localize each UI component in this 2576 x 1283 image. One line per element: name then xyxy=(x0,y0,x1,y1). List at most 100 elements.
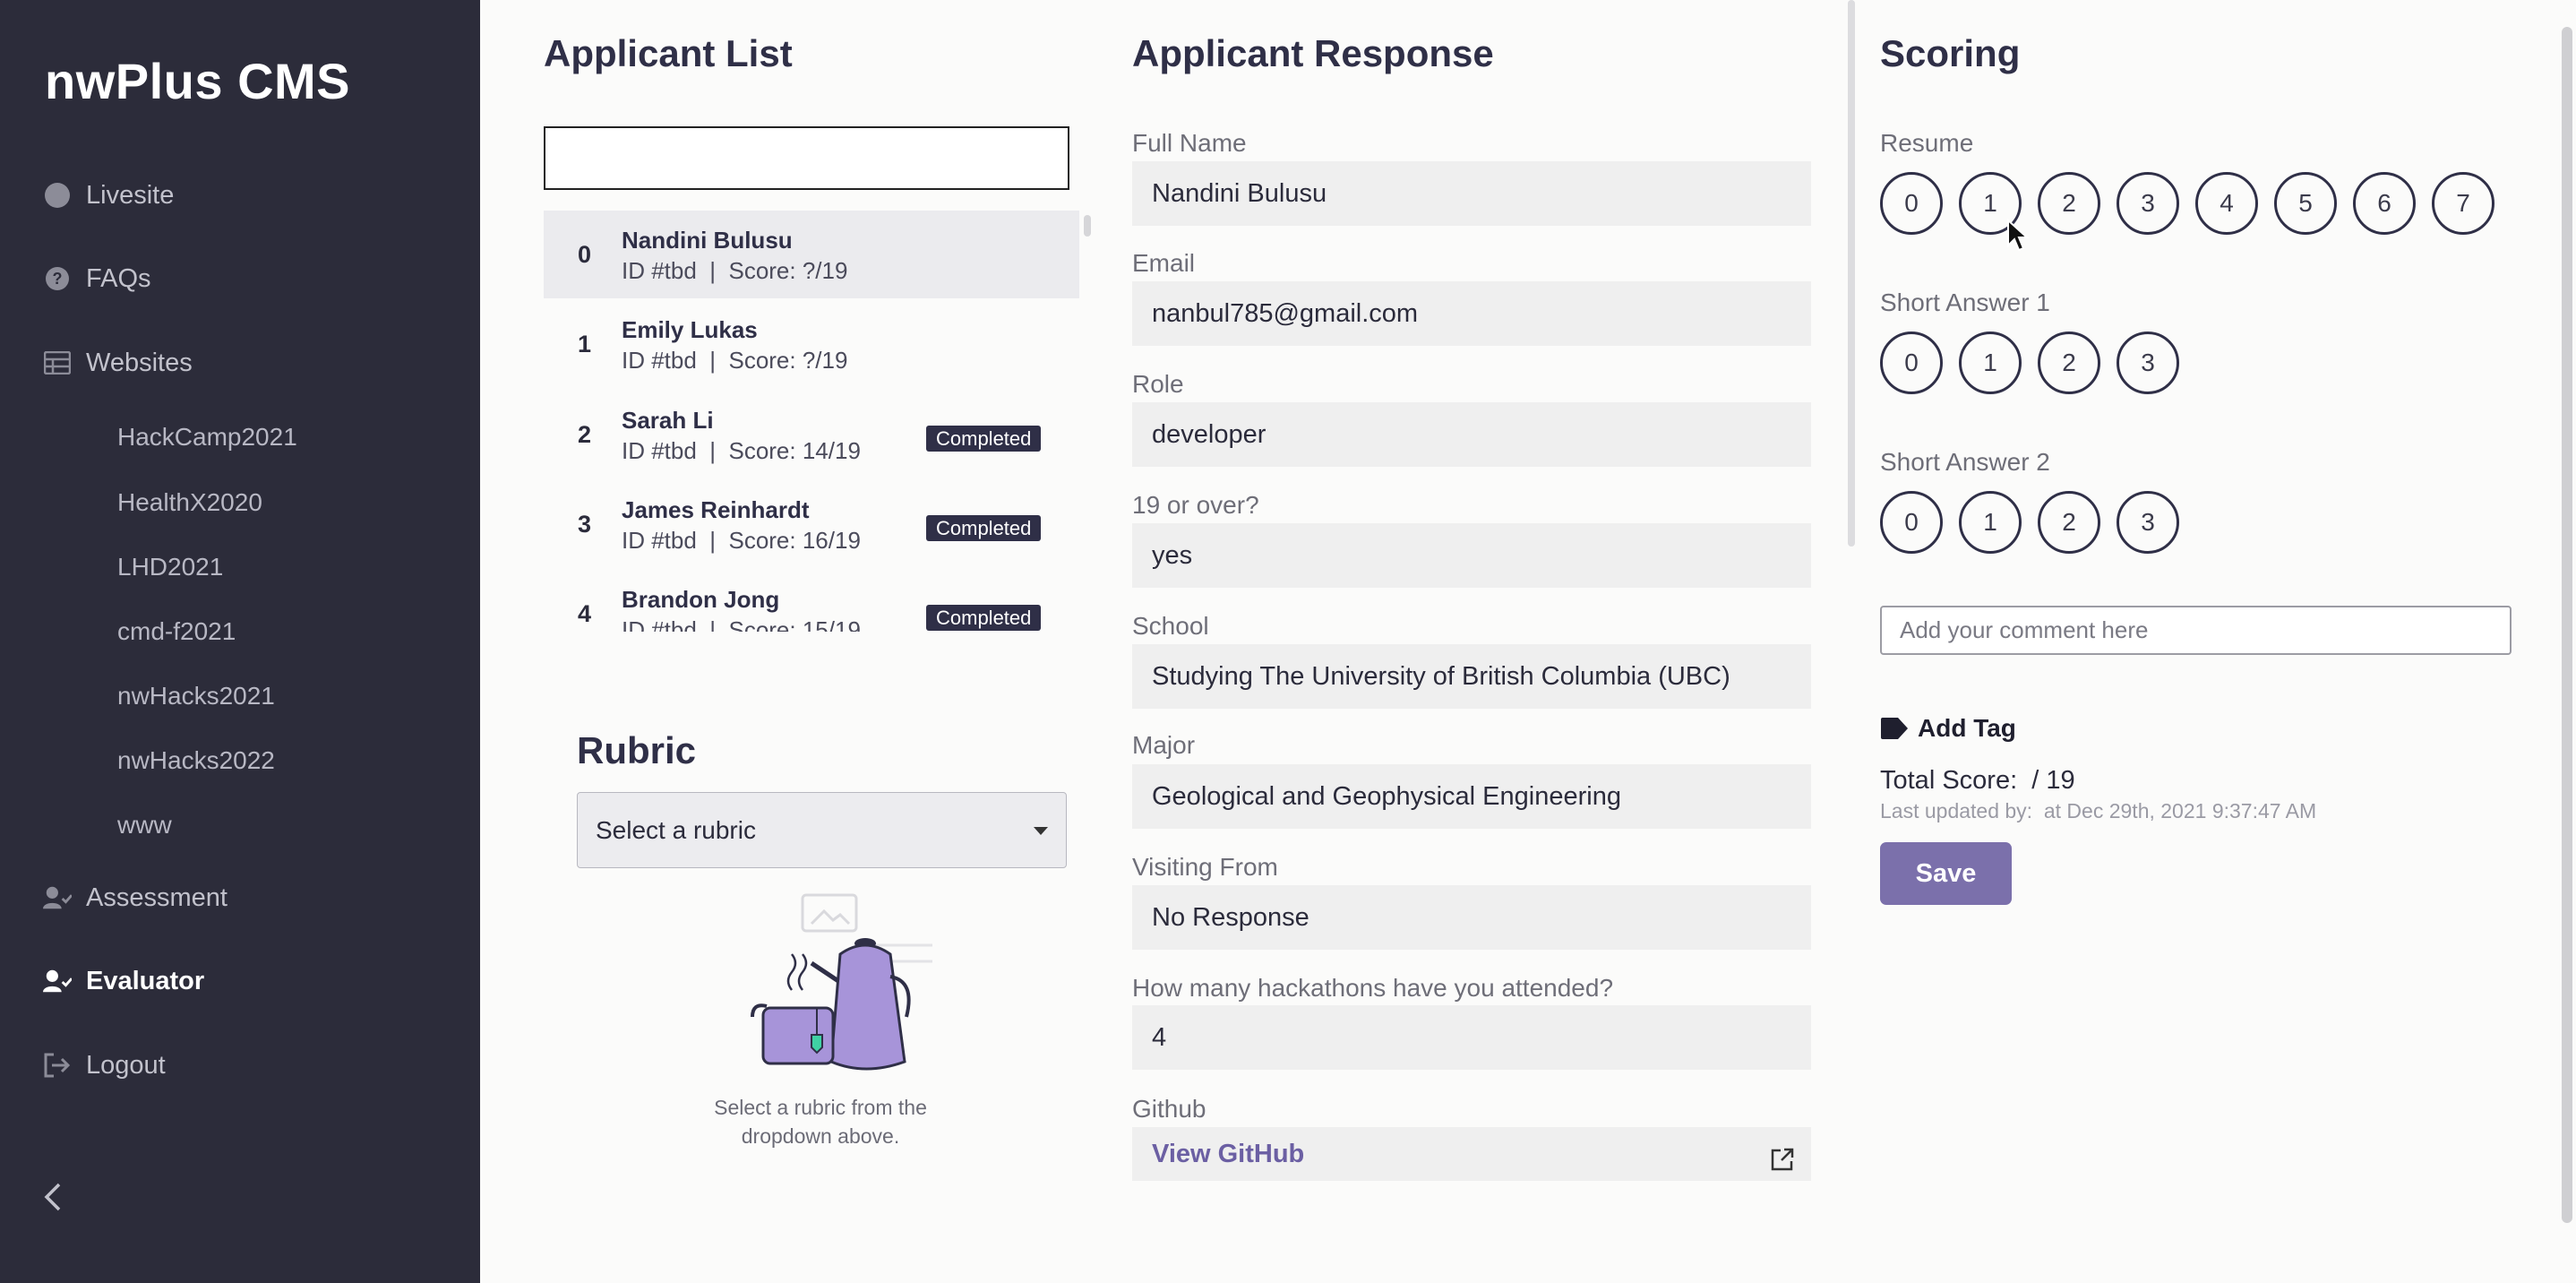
row-name: James Reinhardt xyxy=(622,496,810,523)
field-label-github: Github xyxy=(1132,1095,1206,1123)
applicant-row[interactable]: 2 Sarah Li ID #tbd | Score: 14/19 Comple… xyxy=(544,391,1079,478)
rubric-select[interactable]: Select a rubric xyxy=(577,792,1067,868)
resume-score-2[interactable]: 2 xyxy=(2038,172,2100,235)
short-answer-2-label: Short Answer 2 xyxy=(1880,448,2050,476)
resume-score-6[interactable]: 6 xyxy=(2353,172,2416,235)
nav-item-logout[interactable]: Logout xyxy=(43,1044,166,1087)
row-index: 3 xyxy=(578,511,592,538)
applicant-list-title: Applicant List xyxy=(544,32,793,74)
website-item-hackcamp2021[interactable]: HackCamp2021 xyxy=(117,423,297,452)
applicant-row[interactable]: 1 Emily Lukas ID #tbd | Score: ?/19 xyxy=(544,300,1079,388)
status-badge: Completed xyxy=(926,515,1042,541)
row-meta: ID #tbd | Score: 16/19 xyxy=(622,527,861,554)
last-updated: Last updated by: at Dec 29th, 2021 9:37:… xyxy=(1880,799,2317,822)
row-name: Brandon Jong xyxy=(622,586,780,613)
github-link[interactable]: View GitHub xyxy=(1132,1127,1811,1181)
user-check-icon xyxy=(43,883,72,912)
sa1-score-1[interactable]: 1 xyxy=(1959,332,2022,394)
sa2-score-0[interactable]: 0 xyxy=(1880,491,1943,554)
logout-icon xyxy=(43,1051,72,1080)
add-tag-button[interactable]: Add Tag xyxy=(1880,714,2016,743)
rubric-select-value: Select a rubric xyxy=(596,815,756,844)
sa1-score-2[interactable]: 2 xyxy=(2038,332,2100,394)
tag-icon xyxy=(1881,718,1908,739)
applicant-response-title: Applicant Response xyxy=(1132,32,1494,74)
applicant-row[interactable]: 4 Brandon Jong ID #tbd | Score: 15/19 Co… xyxy=(544,570,1079,632)
website-item-nwhacks2021[interactable]: nwHacks2021 xyxy=(117,682,275,710)
sa2-score-1[interactable]: 1 xyxy=(1959,491,2022,554)
question-icon: ? xyxy=(43,264,72,293)
sidebar: nwPlus CMS Livesite ? FAQs Websites Hack… xyxy=(0,0,480,1283)
nav-item-evaluator[interactable]: Evaluator xyxy=(43,960,204,1003)
total-score: Total Score: / 19 xyxy=(1880,766,2075,795)
circle-icon xyxy=(43,181,72,210)
external-link-icon xyxy=(1771,1148,1794,1171)
github-link-label: View GitHub xyxy=(1152,1139,1305,1168)
teapot-illustration-icon xyxy=(751,893,932,1071)
nav-item-livesite[interactable]: Livesite xyxy=(43,174,174,217)
applicant-list-scrollbar[interactable] xyxy=(1084,215,1091,237)
nav-item-faqs[interactable]: ? FAQs xyxy=(43,257,151,300)
nav-label-livesite: Livesite xyxy=(86,180,175,210)
field-label-role: Role xyxy=(1132,370,1184,398)
response-scrollbar[interactable] xyxy=(1848,0,1855,547)
row-name: Emily Lukas xyxy=(622,316,758,343)
short-answer-1-label: Short Answer 1 xyxy=(1880,288,2050,316)
row-name: Sarah Li xyxy=(622,407,714,434)
row-meta: ID #tbd | Score: 14/19 xyxy=(622,437,861,464)
website-item-cmd-f2021[interactable]: cmd-f2021 xyxy=(117,617,236,646)
resume-score-7[interactable]: 7 xyxy=(2432,172,2494,235)
table-icon xyxy=(43,349,72,377)
field-value-role: developer xyxy=(1132,402,1811,467)
row-meta: ID #tbd | Score: ?/19 xyxy=(622,257,848,284)
nav-label-logout: Logout xyxy=(86,1050,166,1080)
field-value-visiting-from: No Response xyxy=(1132,885,1811,950)
row-meta: ID #tbd | Score: ?/19 xyxy=(622,347,848,374)
website-item-lhd2021[interactable]: LHD2021 xyxy=(117,553,223,581)
field-label-age: 19 or over? xyxy=(1132,491,1259,519)
row-index: 1 xyxy=(578,331,592,357)
field-label-email: Email xyxy=(1132,249,1196,277)
nav-item-assessment[interactable]: Assessment xyxy=(43,876,228,919)
status-badge: Completed xyxy=(926,605,1042,631)
resume-score-5[interactable]: 5 xyxy=(2274,172,2337,235)
save-button[interactable]: Save xyxy=(1880,842,2012,905)
applicant-row[interactable]: 3 James Reinhardt ID #tbd | Score: 16/19… xyxy=(544,480,1079,568)
nav-item-websites[interactable]: Websites xyxy=(43,341,193,384)
field-value-email: nanbul785@gmail.com xyxy=(1132,281,1811,346)
website-item-www[interactable]: www xyxy=(117,811,172,840)
comment-input[interactable] xyxy=(1880,606,2512,655)
resume-score-3[interactable]: 3 xyxy=(2117,172,2179,235)
field-label-major: Major xyxy=(1132,731,1196,759)
sa1-score-0[interactable]: 0 xyxy=(1880,332,1943,394)
nav-label-websites: Websites xyxy=(86,348,193,377)
mouse-cursor-icon xyxy=(2007,219,2030,252)
status-badge: Completed xyxy=(926,426,1042,452)
field-value-school: Studying The University of British Colum… xyxy=(1132,644,1811,709)
chevron-left-icon[interactable] xyxy=(39,1179,66,1215)
field-value-age: yes xyxy=(1132,523,1811,588)
rubric-empty-text: Select a rubric from the dropdown above. xyxy=(714,1096,927,1148)
rubric-title: Rubric xyxy=(577,729,697,771)
sa2-score-2[interactable]: 2 xyxy=(2038,491,2100,554)
chevron-down-icon xyxy=(1034,827,1048,835)
add-tag-label: Add Tag xyxy=(1918,714,2016,742)
sa2-score-3[interactable]: 3 xyxy=(2117,491,2179,554)
field-value-major: Geological and Geophysical Engineering xyxy=(1132,764,1811,829)
field-label-hackathons: How many hackathons have you attended? xyxy=(1132,974,1614,1002)
user-check-icon xyxy=(43,967,72,995)
website-item-nwhacks2022[interactable]: nwHacks2022 xyxy=(117,746,275,775)
page-scrollbar[interactable] xyxy=(2562,27,2572,1223)
sa1-score-3[interactable]: 3 xyxy=(2117,332,2179,394)
resume-score-4[interactable]: 4 xyxy=(2195,172,2258,235)
row-index: 0 xyxy=(578,241,592,268)
applicant-row[interactable]: 0 Nandini Bulusu ID #tbd | Score: ?/19 xyxy=(544,211,1079,298)
field-value-full-name: Nandini Bulusu xyxy=(1132,161,1811,226)
row-index: 4 xyxy=(578,600,592,627)
resume-score-0[interactable]: 0 xyxy=(1880,172,1943,235)
brand-title: nwPlus CMS xyxy=(45,53,351,109)
applicant-search-input[interactable] xyxy=(544,126,1069,190)
website-item-healthx2020[interactable]: HealthX2020 xyxy=(117,488,262,517)
nav-label-assessment: Assessment xyxy=(86,883,228,912)
nav-label-faqs: FAQs xyxy=(86,263,151,293)
